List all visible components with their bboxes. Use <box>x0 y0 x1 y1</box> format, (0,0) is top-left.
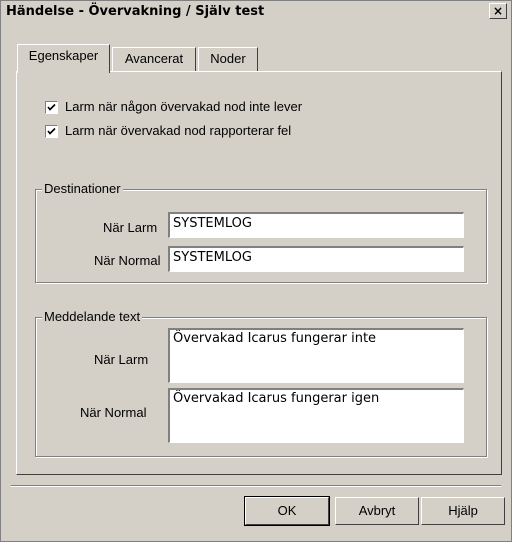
cancel-button-label: Avbryt <box>358 503 396 518</box>
help-button-label: Hjälp <box>448 503 478 518</box>
group-destinationer-legend: Destinationer <box>42 181 123 196</box>
destination-normal-field[interactable]: SYSTEMLOG <box>168 246 464 272</box>
dialog-window: Händelse - Övervakning / Själv test × Eg… <box>0 0 512 542</box>
destination-alarm-field[interactable]: SYSTEMLOG <box>168 212 464 238</box>
tab-panel-egenskaper: Larm när någon övervakad nod inte lever … <box>16 71 502 475</box>
ok-button[interactable]: OK <box>244 496 330 526</box>
title-bar[interactable]: Händelse - Övervakning / Själv test × <box>1 1 511 23</box>
checkbox-alarm-reports-error[interactable] <box>45 125 58 138</box>
cancel-button[interactable]: Avbryt <box>335 497 419 525</box>
tab-noder-label: Noder <box>210 51 246 66</box>
button-separator <box>11 485 501 487</box>
checkbox-label-not-alive[interactable]: Larm när någon övervakad nod inte lever <box>65 99 302 114</box>
tab-egenskaper-label: Egenskaper <box>28 48 99 63</box>
destination-alarm-label: När Larm <box>103 220 158 235</box>
window-title: Händelse - Övervakning / Själv test <box>6 4 265 19</box>
tab-noder[interactable]: Noder <box>198 47 258 71</box>
message-alarm-field[interactable]: Övervakad Icarus fungerar inte <box>168 328 464 383</box>
group-meddelande-legend: Meddelande text <box>42 309 143 324</box>
checkbox-label-reports-error[interactable]: Larm när övervakad nod rapporterar fel <box>65 123 291 138</box>
message-normal-field[interactable]: Övervakad Icarus fungerar igen <box>168 388 464 443</box>
message-alarm-label: När Larm <box>94 352 149 367</box>
ok-button-label: OK <box>277 503 297 518</box>
close-icon: × <box>492 4 504 18</box>
message-normal-label: När Normal <box>80 405 147 420</box>
help-button[interactable]: Hjälp <box>421 497 505 525</box>
tab-egenskaper[interactable]: Egenskaper <box>17 44 110 73</box>
close-button[interactable]: × <box>489 3 507 19</box>
tab-avancerat[interactable]: Avancerat <box>112 47 196 71</box>
checkmark-icon <box>47 127 56 135</box>
checkbox-alarm-not-alive[interactable] <box>45 101 58 114</box>
tab-avancerat-label: Avancerat <box>124 51 184 66</box>
destination-normal-label: När Normal <box>94 253 161 268</box>
checkmark-icon <box>47 103 56 111</box>
